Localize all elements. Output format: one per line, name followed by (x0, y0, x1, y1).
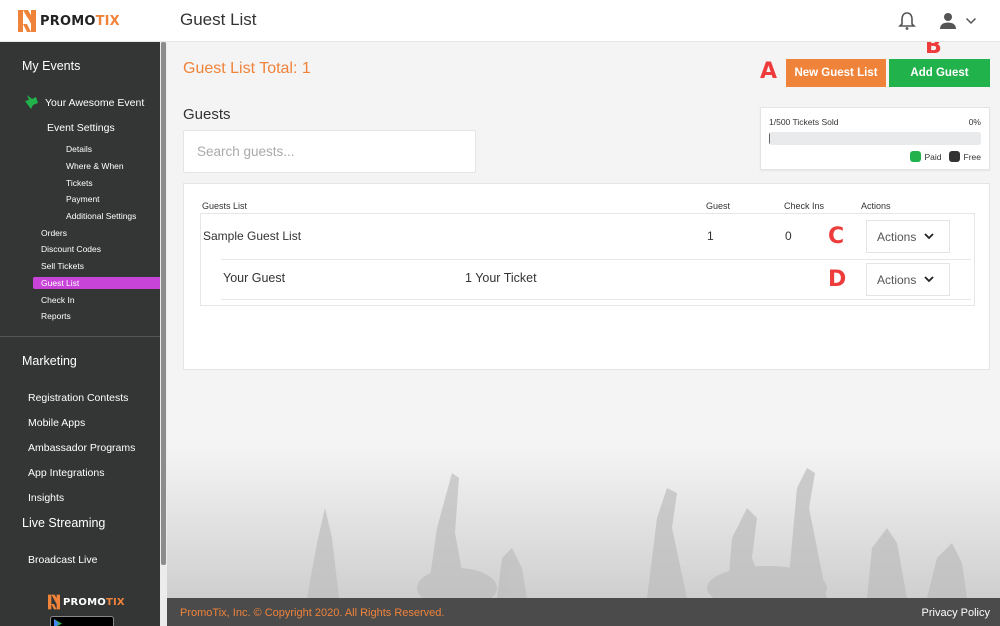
sidebar-footer-brand: PROMOTIX (63, 596, 125, 608)
guest-list-name[interactable]: Sample Guest List (203, 229, 301, 243)
page-title: Guest List (180, 10, 257, 29)
tickets-sold-card: 1/500 Tickets Sold 0% Paid Free (760, 107, 990, 170)
promotix-logo-icon (48, 594, 60, 610)
row-divider (221, 259, 971, 260)
ticket-icon (25, 95, 38, 109)
top-bar: PROMOTIX Guest List (0, 0, 1000, 42)
sidebar-item-sell-tickets[interactable]: Sell Tickets (41, 261, 84, 271)
column-header-check-ins: Check Ins (784, 201, 825, 211)
annotation-marker-c: C (828, 224, 845, 249)
sidebar-item-mobile-apps[interactable]: Mobile Apps (28, 417, 85, 429)
promotix-logo-icon (18, 10, 36, 32)
guest-list-actions-dropdown[interactable]: Actions (866, 220, 950, 253)
guest-name[interactable]: Your Guest (223, 271, 285, 285)
sidebar-event-settings[interactable]: Event Settings (47, 122, 115, 134)
sidebar-event-name[interactable]: Your Awesome Event (45, 97, 144, 109)
google-play-badge[interactable] (50, 616, 114, 626)
footer: PromoTix, Inc. © Copyright 2020. All Rig… (167, 598, 1000, 626)
sidebar-item-payment[interactable]: Payment (66, 194, 100, 204)
brand-logo[interactable]: PROMOTIX (18, 9, 120, 33)
column-header-actions: Actions (861, 201, 891, 211)
sidebar-scrollbar-thumb[interactable] (161, 42, 166, 565)
chevron-down-icon (924, 276, 934, 283)
tickets-progress-bar (769, 132, 981, 145)
sidebar-item-registration-contests[interactable]: Registration Contests (28, 392, 128, 404)
sidebar-item-app-integrations[interactable]: App Integrations (28, 467, 104, 479)
sidebar-item-additional-settings[interactable]: Additional Settings (66, 211, 136, 221)
annotation-marker-d: D (828, 267, 847, 292)
sidebar-item-tickets[interactable]: Tickets (66, 178, 93, 188)
legend-item-paid: Paid (909, 151, 942, 162)
guest-actions-dropdown[interactable]: Actions (866, 263, 950, 296)
sidebar-item-where-when[interactable]: Where & When (66, 161, 124, 171)
table-body: Sample Guest List 1 0 C Actions Your Gue… (200, 213, 975, 306)
user-icon (940, 13, 956, 29)
actions-label: Actions (877, 272, 917, 287)
copyright-text: PromoTix, Inc. © Copyright 2020. All Rig… (180, 607, 445, 619)
actions-label: Actions (877, 229, 917, 244)
add-guest-button[interactable]: Add Guest (889, 59, 990, 87)
crowd-background-image (167, 448, 1000, 598)
privacy-policy-link[interactable]: Privacy Policy (922, 607, 990, 619)
brand-name: PROMOTIX (40, 13, 120, 29)
sidebar-item-check-in[interactable]: Check In (41, 295, 75, 305)
bell-icon[interactable] (898, 11, 916, 31)
chevron-down-icon (924, 233, 934, 240)
sidebar: My Events Your Awesome Event Event Setti… (0, 42, 167, 626)
guest-count: 1 (707, 229, 714, 243)
tickets-sold-label: 1/500 Tickets Sold (769, 117, 839, 127)
guest-list-total: Guest List Total: 1 (183, 60, 311, 77)
tickets-legend: Paid Free (903, 151, 981, 162)
guests-heading: Guests (183, 106, 231, 123)
sidebar-my-events[interactable]: My Events (22, 59, 80, 73)
sidebar-item-ambassador-programs[interactable]: Ambassador Programs (28, 442, 135, 454)
column-header-guests-list: Guests List (202, 201, 248, 211)
sidebar-item-discount-codes[interactable]: Discount Codes (41, 244, 101, 254)
legend-swatch-free (948, 151, 960, 162)
legend-swatch-paid (909, 151, 921, 162)
play-store-icon (54, 619, 62, 626)
guest-list-table: Guests List Guest Check Ins Actions Samp… (183, 183, 990, 370)
sidebar-item-broadcast-live[interactable]: Broadcast Live (28, 554, 97, 566)
annotation-marker-a: A (760, 59, 778, 84)
sidebar-item-insights[interactable]: Insights (28, 492, 64, 504)
sidebar-item-details[interactable]: Details (66, 144, 92, 154)
row-divider (221, 299, 971, 300)
sidebar-footer-logo: PROMOTIX (48, 594, 125, 610)
guest-ticket: 1 Your Ticket (465, 271, 537, 285)
user-menu[interactable] (939, 11, 979, 31)
legend-label-free: Free (963, 151, 981, 162)
chevron-down-icon (965, 17, 977, 25)
search-guests-input[interactable] (183, 130, 476, 173)
legend-label-paid: Paid (924, 151, 942, 162)
tickets-progress-fill (769, 132, 770, 145)
new-guest-list-button[interactable]: New Guest List (786, 59, 886, 87)
legend-item-free: Free (948, 151, 981, 162)
check-ins-count: 0 (785, 229, 792, 243)
main-content: Guest List Total: 1 A B New Guest List A… (167, 42, 1000, 598)
sidebar-item-orders[interactable]: Orders (41, 228, 67, 238)
annotation-marker-b: B (925, 42, 942, 59)
sidebar-divider (0, 336, 160, 337)
sidebar-marketing[interactable]: Marketing (22, 354, 77, 368)
column-header-guest: Guest (706, 201, 731, 211)
sidebar-item-reports[interactable]: Reports (41, 311, 71, 321)
tickets-sold-percent: 0% (968, 117, 981, 127)
sidebar-live-streaming[interactable]: Live Streaming (22, 516, 105, 530)
sidebar-item-guest-list[interactable]: Guest List (41, 278, 79, 288)
